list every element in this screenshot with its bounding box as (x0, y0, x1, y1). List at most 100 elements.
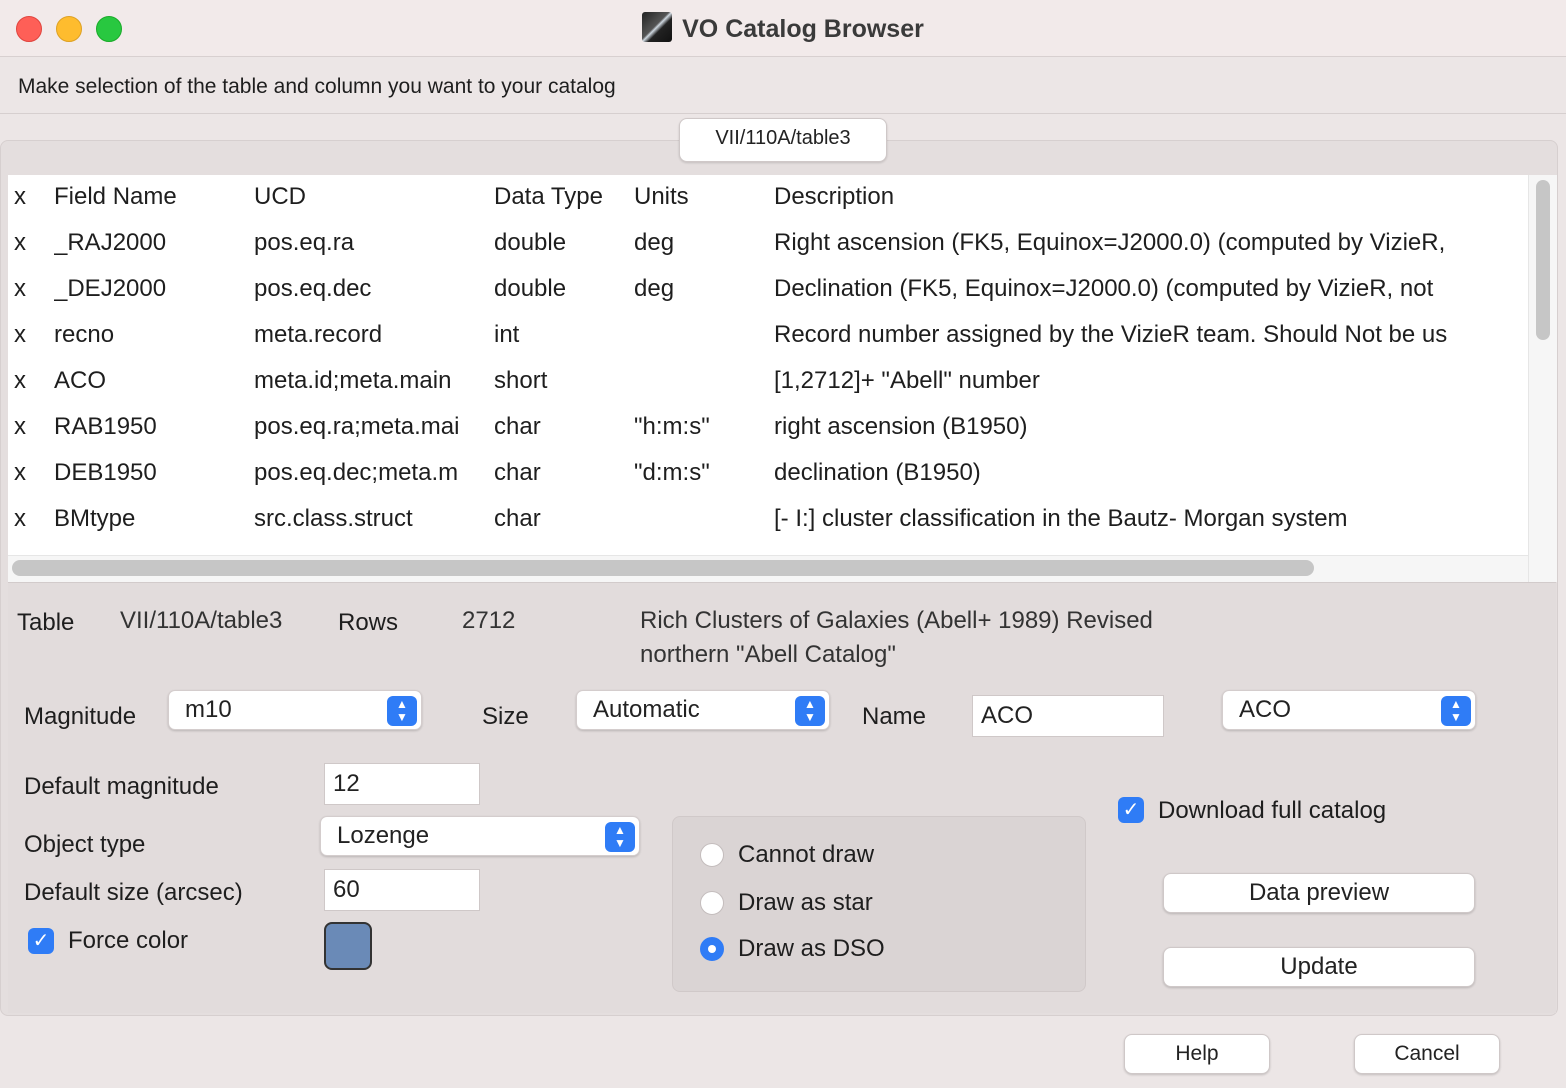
object-type-select[interactable]: Lozenge ▲ ▼ (320, 816, 640, 856)
header-cell[interactable]: x (14, 183, 44, 211)
field-name-cell: recno (54, 321, 115, 348)
description-cell: [1,2712]+ "Abell" number (774, 367, 1040, 394)
name-column-select[interactable]: ACO ▲ ▼ (1222, 690, 1476, 730)
data-type-cell: char (494, 413, 541, 440)
data-type-cell: short (494, 367, 548, 394)
horizontal-scroll-thumb[interactable] (12, 560, 1314, 576)
catalog-description-line1: Rich Clusters of Galaxies (Abell+ 1989) … (640, 607, 1153, 634)
object-type-select-value: Lozenge (337, 822, 430, 849)
table-header-row: x Field Name UCD Data Type Units Descrip… (8, 175, 1528, 221)
default-magnitude-label: Default magnitude (24, 773, 219, 800)
draw-as-star-label[interactable]: Draw as star (738, 889, 873, 917)
header-cell[interactable]: Units (634, 183, 764, 211)
data-type-cell: char (494, 459, 541, 486)
select-cell[interactable]: x (14, 275, 44, 303)
draw-mode-group (672, 816, 1086, 992)
draw-as-star-radio[interactable] (700, 891, 724, 915)
table-row[interactable]: x recno meta.record int Record number as… (8, 313, 1528, 359)
object-type-label: Object type (24, 831, 146, 858)
table-row[interactable]: x BMtype src.class.struct char [- I:] cl… (8, 497, 1528, 543)
ucd-cell: pos.eq.ra (254, 229, 355, 256)
updown-chevron-icon: ▲ ▼ (605, 822, 635, 852)
table-row[interactable]: x _DEJ2000 pos.eq.dec double deg Declina… (8, 267, 1528, 313)
rows-label: Rows (338, 609, 399, 636)
data-preview-button[interactable]: Data preview (1163, 873, 1475, 913)
name-column-select-value: ACO (1239, 696, 1292, 723)
units-cell: deg (634, 229, 675, 256)
description-cell: Record number assigned by the VizieR tea… (774, 321, 1448, 348)
instruction-text: Make selection of the table and column y… (18, 75, 616, 98)
header-cell[interactable]: Data Type (494, 183, 624, 211)
download-full-catalog-checkbox[interactable]: ✓ (1118, 797, 1144, 823)
description-cell: Right ascension (FK5, Equinox=J2000.0) (… (774, 229, 1446, 256)
ucd-cell: pos.eq.dec (254, 275, 372, 302)
draw-as-dso-radio[interactable] (700, 937, 724, 961)
draw-as-dso-label[interactable]: Draw as DSO (738, 935, 885, 963)
data-type-cell: double (494, 229, 567, 256)
table-value: VII/110A/table3 (120, 607, 283, 634)
force-color-label: Force color (68, 927, 189, 954)
ucd-cell: src.class.struct (254, 505, 413, 532)
select-cell[interactable]: x (14, 367, 44, 395)
field-name-cell: RAB1950 (54, 413, 157, 440)
cannot-draw-radio[interactable] (700, 843, 724, 867)
magnitude-label: Magnitude (24, 703, 137, 730)
columns-table[interactable]: x Field Name UCD Data Type Units Descrip… (8, 175, 1528, 555)
units-cell: "h:m:s" (634, 413, 710, 440)
magnitude-select-value: m10 (185, 696, 232, 723)
default-size-label: Default size (arcsec) (24, 879, 243, 906)
field-name-cell: BMtype (54, 505, 136, 532)
default-size-input[interactable] (324, 869, 480, 911)
select-cell[interactable]: x (14, 505, 44, 533)
window-title: VO Catalog Browser (682, 15, 924, 43)
table-row[interactable]: x _RAJ2000 pos.eq.ra double deg Right as… (8, 221, 1528, 267)
field-name-cell: _RAJ2000 (54, 229, 167, 256)
header-cell[interactable]: UCD (254, 183, 482, 211)
size-select-value: Automatic (593, 696, 700, 723)
cannot-draw-label[interactable]: Cannot draw (738, 841, 874, 869)
updown-chevron-icon: ▲ ▼ (795, 696, 825, 726)
rows-value: 2712 (462, 607, 516, 634)
table-row[interactable]: x DEB1950 pos.eq.dec;meta.m char "d:m:s"… (8, 451, 1528, 497)
header-cell[interactable]: Description (774, 183, 1528, 211)
data-type-cell: int (494, 321, 520, 348)
color-well[interactable] (324, 922, 372, 970)
description-cell: right ascension (B1950) (774, 413, 1028, 440)
data-type-cell: double (494, 275, 567, 302)
size-select[interactable]: Automatic ▲ ▼ (576, 690, 830, 730)
default-magnitude-input[interactable] (324, 763, 480, 805)
select-cell[interactable]: x (14, 321, 44, 349)
size-label: Size (482, 703, 529, 730)
update-button[interactable]: Update (1163, 947, 1475, 987)
updown-chevron-icon: ▲ ▼ (1441, 696, 1471, 726)
help-button[interactable]: Help (1124, 1034, 1270, 1074)
data-type-cell: char (494, 505, 541, 532)
table-row[interactable]: x RAB1950 pos.eq.ra;meta.mai char "h:m:s… (8, 405, 1528, 451)
field-name-cell: ACO (54, 367, 107, 394)
select-cell[interactable]: x (14, 459, 44, 487)
ucd-cell: meta.record (254, 321, 383, 348)
select-cell[interactable]: x (14, 229, 44, 257)
name-label: Name (862, 703, 927, 730)
tab-table3[interactable]: VII/110A/table3 (679, 118, 887, 162)
field-name-cell: DEB1950 (54, 459, 157, 486)
updown-chevron-icon: ▲ ▼ (387, 696, 417, 726)
units-cell: "d:m:s" (634, 459, 710, 486)
description-cell: [- I:] cluster classification in the Bau… (774, 505, 1348, 532)
cancel-button[interactable]: Cancel (1354, 1034, 1500, 1074)
ucd-cell: meta.id;meta.main (254, 367, 452, 394)
download-full-catalog-label: Download full catalog (1158, 797, 1387, 824)
table-row[interactable]: x ACO meta.id;meta.main short [1,2712]+ … (8, 359, 1528, 405)
force-color-checkbox[interactable]: ✓ (28, 928, 54, 954)
ucd-cell: pos.eq.ra;meta.mai (254, 413, 460, 440)
header-cell[interactable]: Field Name (54, 183, 244, 211)
window-title-area: VO Catalog Browser (0, 12, 1566, 44)
magnitude-select[interactable]: m10 ▲ ▼ (168, 690, 422, 730)
name-input[interactable] (972, 695, 1164, 737)
table-label: Table (17, 609, 75, 636)
vertical-scroll-thumb[interactable] (1536, 180, 1550, 340)
units-cell: deg (634, 275, 675, 302)
field-name-cell: _DEJ2000 (54, 275, 167, 302)
select-cell[interactable]: x (14, 413, 44, 441)
divider (0, 113, 1566, 114)
